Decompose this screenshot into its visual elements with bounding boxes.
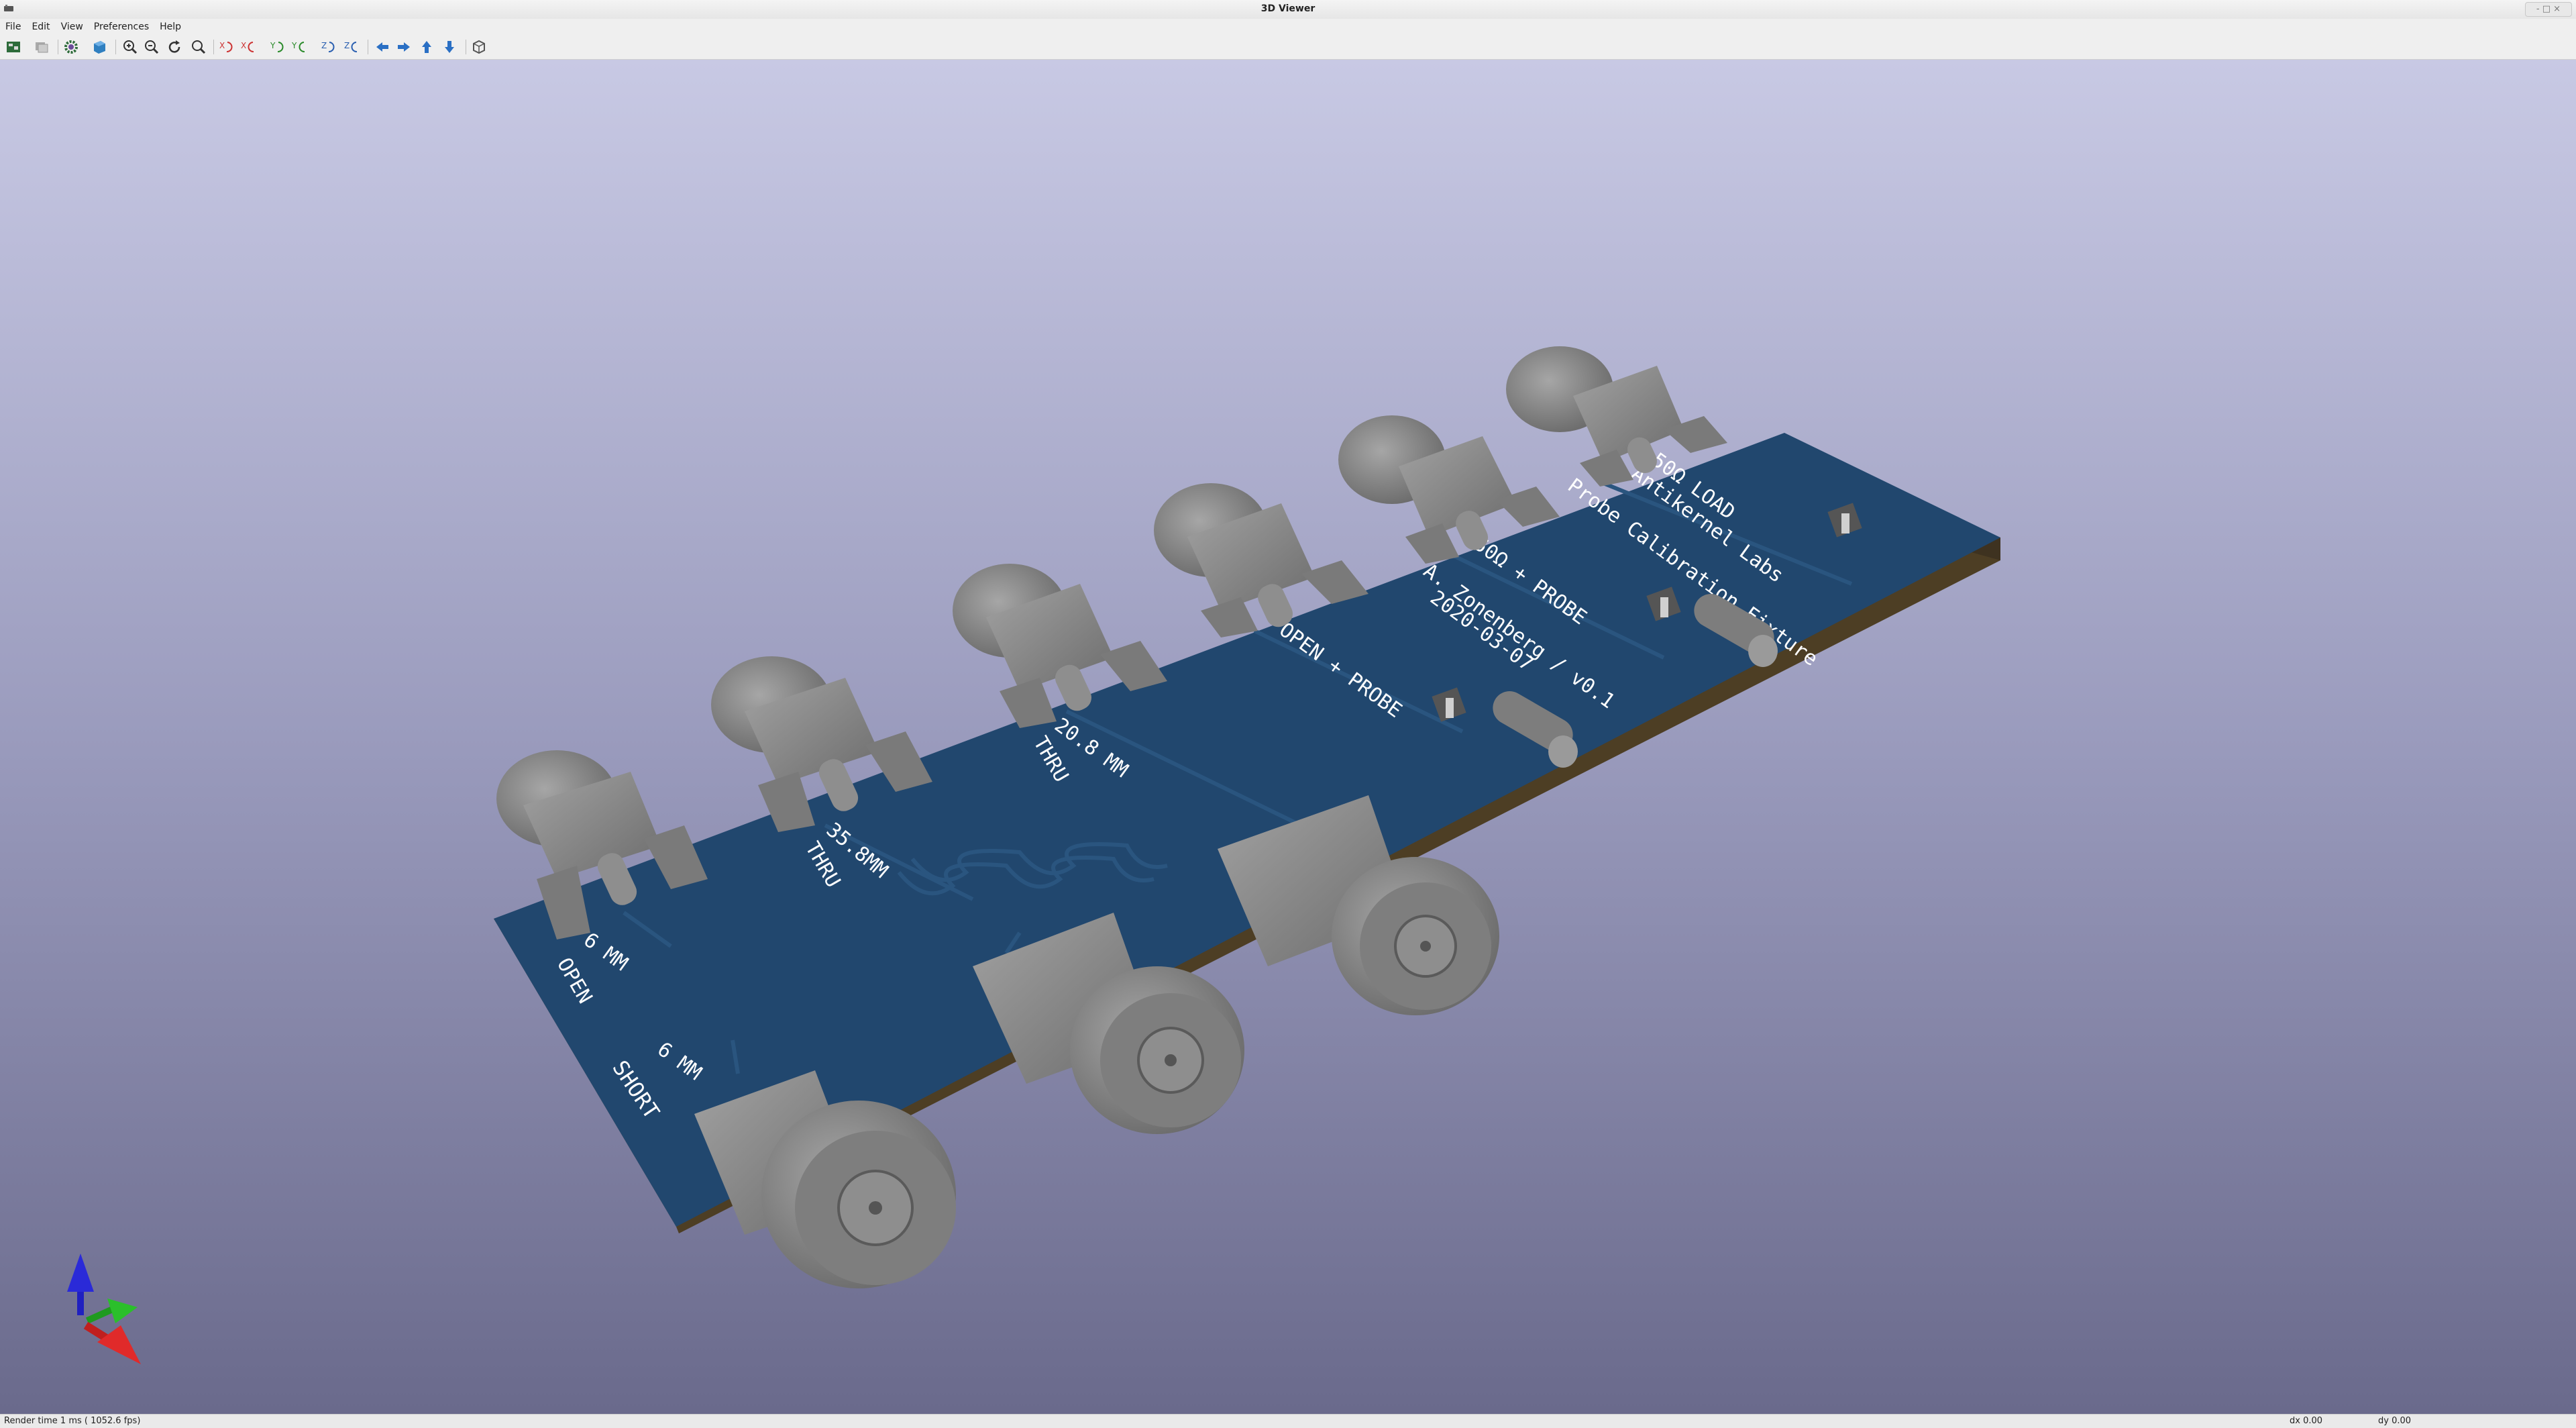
dy-readout: dy 0.00 (2378, 1416, 2412, 1426)
window-title: 3D Viewer (1260, 3, 1316, 14)
copy-image-icon[interactable] (32, 38, 51, 56)
menu-help[interactable]: Help (154, 19, 186, 35)
pan-left-icon[interactable] (373, 38, 392, 56)
toolbar: X X Y Y Z Z (0, 35, 2576, 60)
pan-right-icon[interactable] (394, 38, 413, 56)
rotate-y-ccw-icon[interactable]: Y (290, 38, 309, 56)
menu-view[interactable]: View (56, 19, 89, 35)
pan-down-icon[interactable] (440, 38, 459, 56)
rotate-y-cw-icon[interactable]: Y (268, 38, 287, 56)
pan-up-icon[interactable] (417, 38, 436, 56)
axis-gizmo (67, 1254, 141, 1364)
rotate-x-cw-icon[interactable]: X (217, 38, 236, 56)
svg-text:X: X (241, 41, 246, 50)
redraw-icon[interactable] (165, 38, 184, 56)
rotate-z-ccw-icon[interactable]: Z (342, 38, 361, 56)
axis-y-icon (85, 1298, 138, 1324)
ortho-view-icon[interactable] (470, 38, 488, 56)
rotate-x-ccw-icon[interactable]: X (239, 38, 258, 56)
sma-connector (1506, 346, 1727, 487)
title-bar: 3D Viewer - □ × (0, 0, 2576, 19)
svg-text:Z: Z (321, 41, 327, 50)
svg-text:Y: Y (291, 41, 297, 50)
dx-readout: dx 0.00 (2290, 1416, 2323, 1426)
rotate-z-cw-icon[interactable]: Z (319, 38, 338, 56)
raytrace-cube-icon[interactable] (90, 38, 109, 56)
menu-preferences[interactable]: Preferences (89, 19, 154, 35)
render-pcb-icon[interactable] (4, 38, 23, 56)
axis-z-icon (67, 1254, 94, 1315)
settings-gear-icon[interactable] (62, 38, 80, 56)
3d-viewport[interactable]: 6 MM OPEN 6 MM SHORT 35.8MM THRU 20.8 MM… (0, 60, 2576, 1414)
render-time-text: Render time 1 ms ( 1052.6 fps) (4, 1416, 141, 1426)
pcb-3d-render: 6 MM OPEN 6 MM SHORT 35.8MM THRU 20.8 MM… (67, 346, 2000, 1364)
svg-text:Z: Z (344, 41, 350, 50)
menu-bar: File Edit View Preferences Help (0, 19, 2576, 35)
menu-file[interactable]: File (0, 19, 26, 35)
axis-x-icon (83, 1321, 141, 1364)
zoom-in-icon[interactable] (121, 38, 140, 56)
status-bar: Render time 1 ms ( 1052.6 fps) dx 0.00 d… (0, 1414, 2576, 1428)
svg-text:Y: Y (270, 41, 276, 50)
window-controls[interactable]: - □ × (2525, 2, 2572, 17)
menu-edit[interactable]: Edit (26, 19, 55, 35)
zoom-fit-icon[interactable] (189, 38, 208, 56)
zoom-out-icon[interactable] (142, 38, 161, 56)
svg-text:X: X (219, 41, 225, 50)
